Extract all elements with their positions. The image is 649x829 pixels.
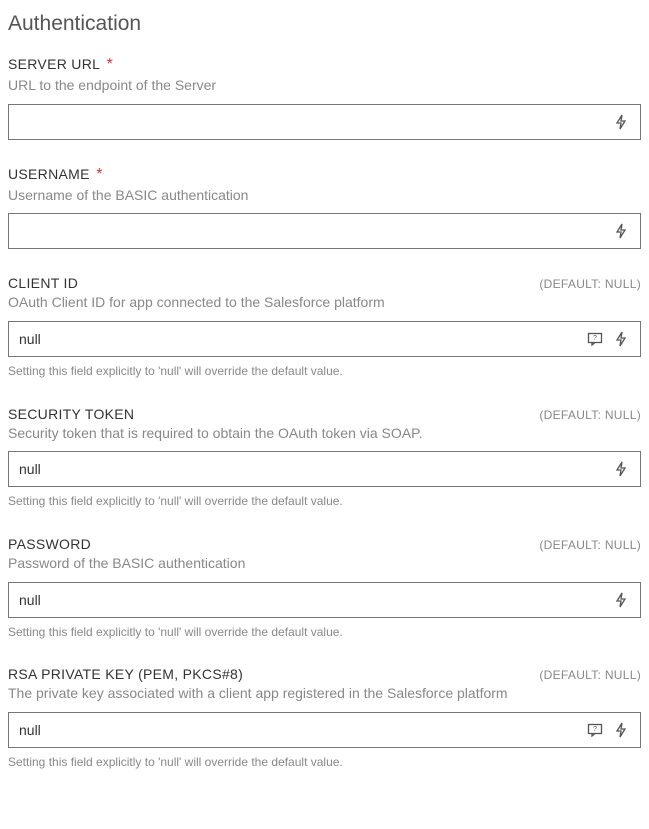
field-label-server-url: SERVER URL: [8, 56, 100, 72]
field-header: SERVER URL *: [8, 56, 641, 74]
username-input[interactable]: [9, 214, 612, 248]
field-server-url: SERVER URL * URL to the endpoint of the …: [8, 56, 641, 140]
default-hint-rsa-private-key: (DEFAULT: NULL): [539, 668, 641, 682]
field-description-password: Password of the BASIC authentication: [8, 554, 641, 574]
bolt-icon[interactable]: [612, 721, 630, 739]
input-icons: [612, 113, 640, 131]
bolt-icon[interactable]: [612, 113, 630, 131]
field-note-security-token: Setting this field explicitly to 'null' …: [8, 493, 641, 510]
input-icons: [612, 591, 640, 609]
default-hint-security-token: (DEFAULT: NULL): [539, 408, 641, 422]
svg-text:?: ?: [593, 726, 597, 733]
field-header: CLIENT ID (DEFAULT: NULL): [8, 275, 641, 291]
required-asterisk: *: [96, 166, 102, 183]
security-token-input[interactable]: [9, 452, 612, 486]
field-description-server-url: URL to the endpoint of the Server: [8, 76, 641, 96]
server-url-input[interactable]: [9, 105, 612, 139]
field-client-id: CLIENT ID (DEFAULT: NULL) OAuth Client I…: [8, 275, 641, 379]
input-wrapper-username: [8, 213, 641, 249]
client-id-input[interactable]: [9, 322, 586, 356]
field-note-client-id: Setting this field explicitly to 'null' …: [8, 363, 641, 380]
field-description-rsa-private-key: The private key associated with a client…: [8, 684, 641, 704]
svg-text:?: ?: [593, 335, 597, 342]
input-wrapper-security-token: [8, 451, 641, 487]
field-note-rsa-private-key: Setting this field explicitly to 'null' …: [8, 754, 641, 771]
bolt-icon[interactable]: [612, 222, 630, 240]
input-icons: ?: [586, 330, 640, 348]
password-input[interactable]: [9, 583, 612, 617]
field-label-client-id: CLIENT ID: [8, 275, 78, 291]
input-icons: [612, 222, 640, 240]
input-icons: [612, 460, 640, 478]
field-header: USERNAME *: [8, 166, 641, 184]
default-hint-password: (DEFAULT: NULL): [539, 538, 641, 552]
required-asterisk: *: [107, 56, 113, 73]
field-description-security-token: Security token that is required to obtai…: [8, 424, 641, 444]
input-icons: ?: [586, 721, 640, 739]
field-header: PASSWORD (DEFAULT: NULL): [8, 536, 641, 552]
field-description-client-id: OAuth Client ID for app connected to the…: [8, 293, 641, 313]
field-rsa-private-key: RSA PRIVATE KEY (PEM, PKCS#8) (DEFAULT: …: [8, 666, 641, 770]
field-header: SECURITY TOKEN (DEFAULT: NULL): [8, 406, 641, 422]
field-username: USERNAME * Username of the BASIC authent…: [8, 166, 641, 250]
input-wrapper-password: [8, 582, 641, 618]
field-header: RSA PRIVATE KEY (PEM, PKCS#8) (DEFAULT: …: [8, 666, 641, 682]
field-label-password: PASSWORD: [8, 536, 91, 552]
field-label-username: USERNAME: [8, 166, 90, 182]
input-wrapper-client-id: ?: [8, 321, 641, 357]
field-password: PASSWORD (DEFAULT: NULL) Password of the…: [8, 536, 641, 640]
default-hint-client-id: (DEFAULT: NULL): [539, 277, 641, 291]
field-security-token: SECURITY TOKEN (DEFAULT: NULL) Security …: [8, 406, 641, 510]
field-label-rsa-private-key: RSA PRIVATE KEY (PEM, PKCS#8): [8, 666, 243, 682]
input-wrapper-server-url: [8, 104, 641, 140]
input-wrapper-rsa-private-key: ?: [8, 712, 641, 748]
rsa-private-key-input[interactable]: [9, 713, 586, 747]
field-description-username: Username of the BASIC authentication: [8, 186, 641, 206]
section-title: Authentication: [8, 12, 641, 36]
field-note-password: Setting this field explicitly to 'null' …: [8, 624, 641, 641]
bolt-icon[interactable]: [612, 460, 630, 478]
field-label-security-token: SECURITY TOKEN: [8, 406, 134, 422]
comment-icon[interactable]: ?: [586, 330, 604, 348]
comment-icon[interactable]: ?: [586, 721, 604, 739]
bolt-icon[interactable]: [612, 591, 630, 609]
bolt-icon[interactable]: [612, 330, 630, 348]
